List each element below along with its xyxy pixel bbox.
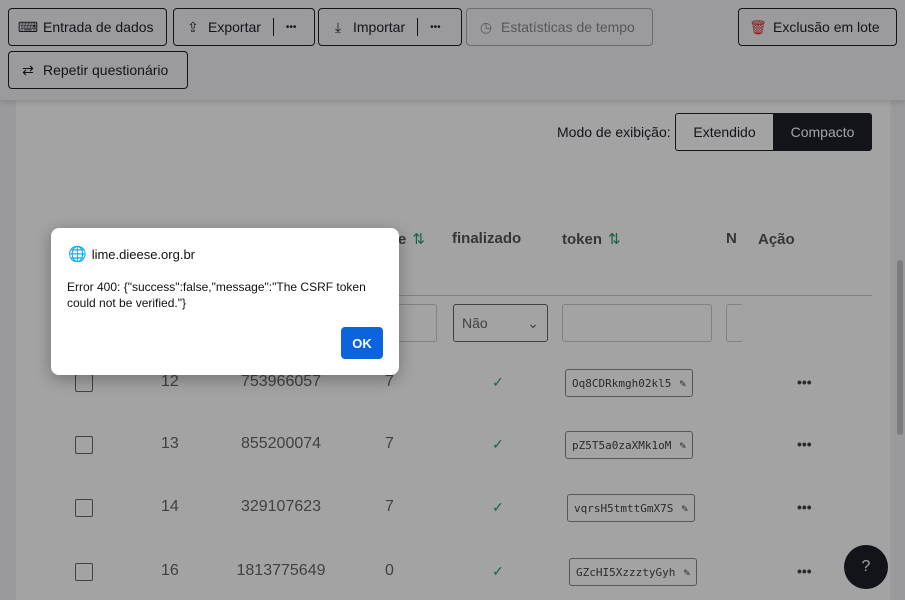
dialog-origin-text: lime.dieese.org.br	[91, 246, 196, 262]
dialog-origin: 🌐 lime.dieese.org.br	[68, 245, 195, 263]
dialog-message: Error 400: {"success":false,"message":"T…	[67, 280, 366, 310]
alert-dialog: 🌐 lime.dieese.org.br Error 400: {"success…	[51, 228, 399, 375]
globe-icon: 🌐	[68, 246, 87, 263]
ok-button[interactable]: OK	[341, 327, 383, 359]
